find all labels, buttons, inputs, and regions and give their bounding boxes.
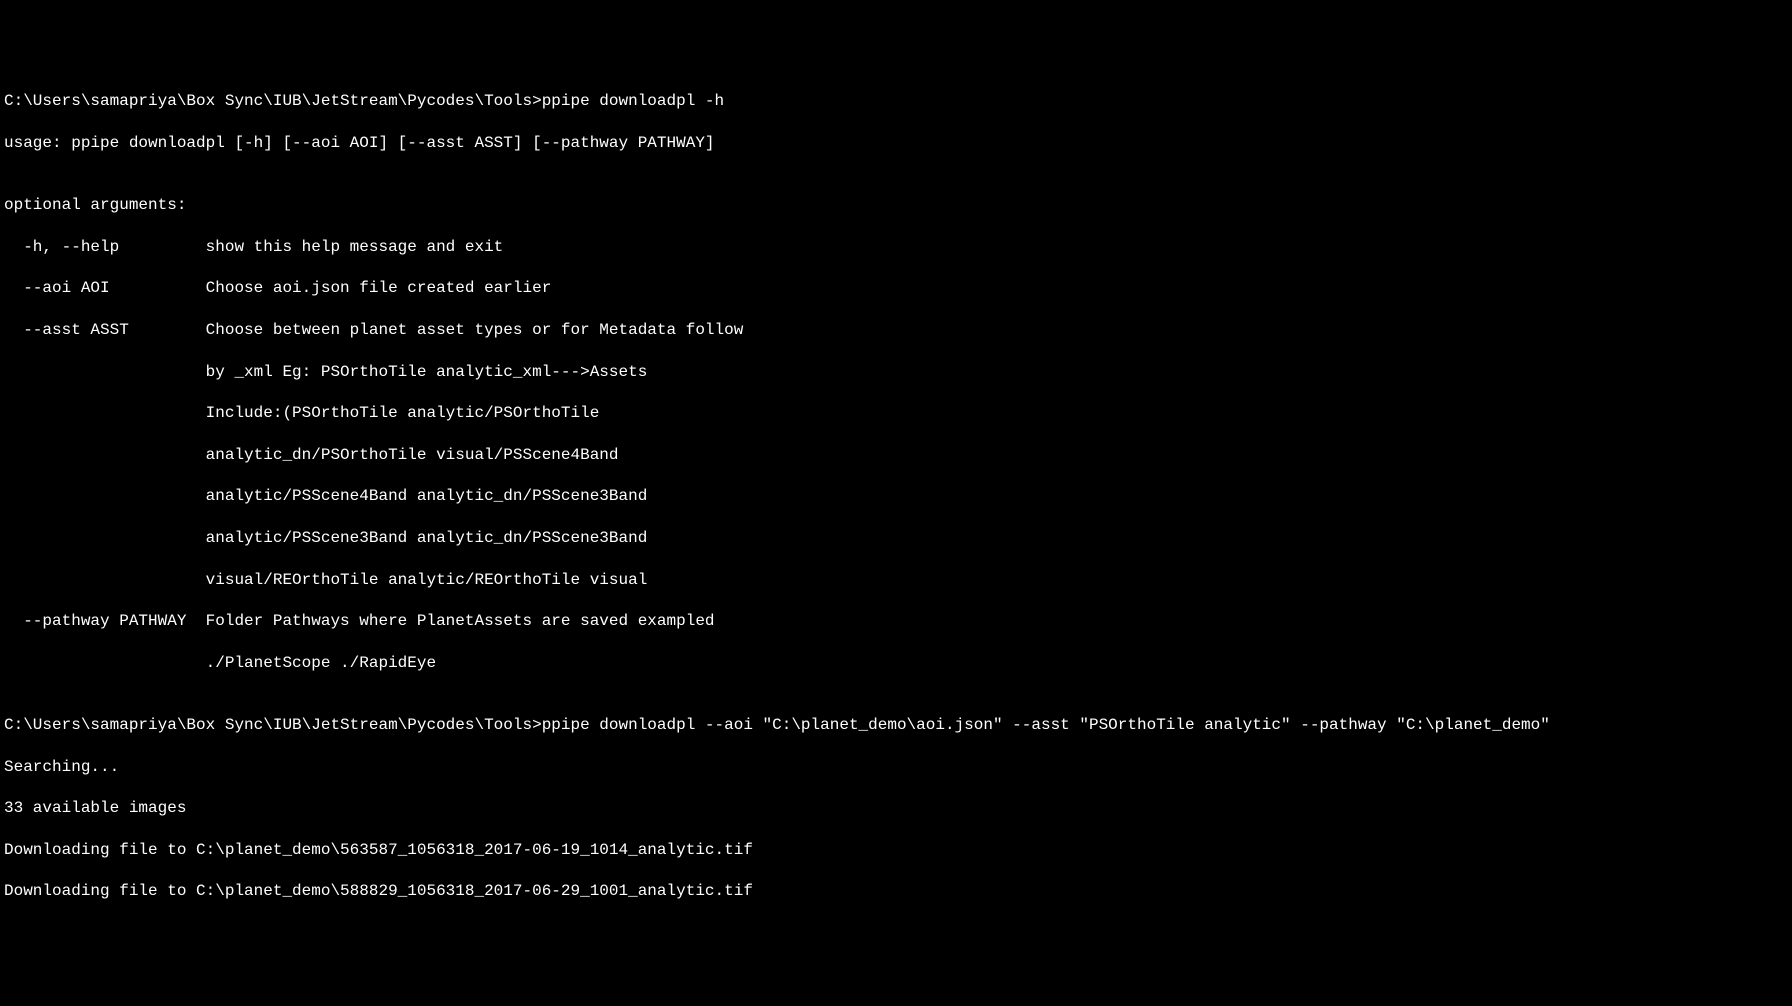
command: ppipe downloadpl -h [542,92,724,110]
terminal-output: Downloading file to C:\planet_demo\58882… [4,881,1788,902]
terminal-output: ./PlanetScope ./RapidEye [4,653,1788,674]
terminal-output: --aoi AOI Choose aoi.json file created e… [4,278,1788,299]
prompt: C:\Users\samapriya\Box Sync\IUB\JetStrea… [4,716,542,734]
prompt: C:\Users\samapriya\Box Sync\IUB\JetStrea… [4,92,542,110]
terminal-output: --pathway PATHWAY Folder Pathways where … [4,611,1788,632]
terminal-output: by _xml Eg: PSOrthoTile analytic_xml--->… [4,362,1788,383]
terminal-output: 33 available images [4,798,1788,819]
terminal-output: analytic/PSScene4Band analytic_dn/PSScen… [4,486,1788,507]
terminal-output: --asst ASST Choose between planet asset … [4,320,1788,341]
terminal-output: visual/REOrthoTile analytic/REOrthoTile … [4,570,1788,591]
terminal-line[interactable]: C:\Users\samapriya\Box Sync\IUB\JetStrea… [4,715,1788,736]
terminal-output: analytic_dn/PSOrthoTile visual/PSScene4B… [4,445,1788,466]
terminal-output: Searching... [4,757,1788,778]
terminal-output: usage: ppipe downloadpl [-h] [--aoi AOI]… [4,133,1788,154]
terminal-output: optional arguments: [4,195,1788,216]
command: ppipe downloadpl --aoi "C:\planet_demo\a… [542,716,1550,734]
terminal-output: analytic/PSScene3Band analytic_dn/PSScen… [4,528,1788,549]
terminal-output: -h, --help show this help message and ex… [4,237,1788,258]
terminal-output: Include:(PSOrthoTile analytic/PSOrthoTil… [4,403,1788,424]
terminal-output: Downloading file to C:\planet_demo\56358… [4,840,1788,861]
terminal-line[interactable]: C:\Users\samapriya\Box Sync\IUB\JetStrea… [4,91,1788,112]
